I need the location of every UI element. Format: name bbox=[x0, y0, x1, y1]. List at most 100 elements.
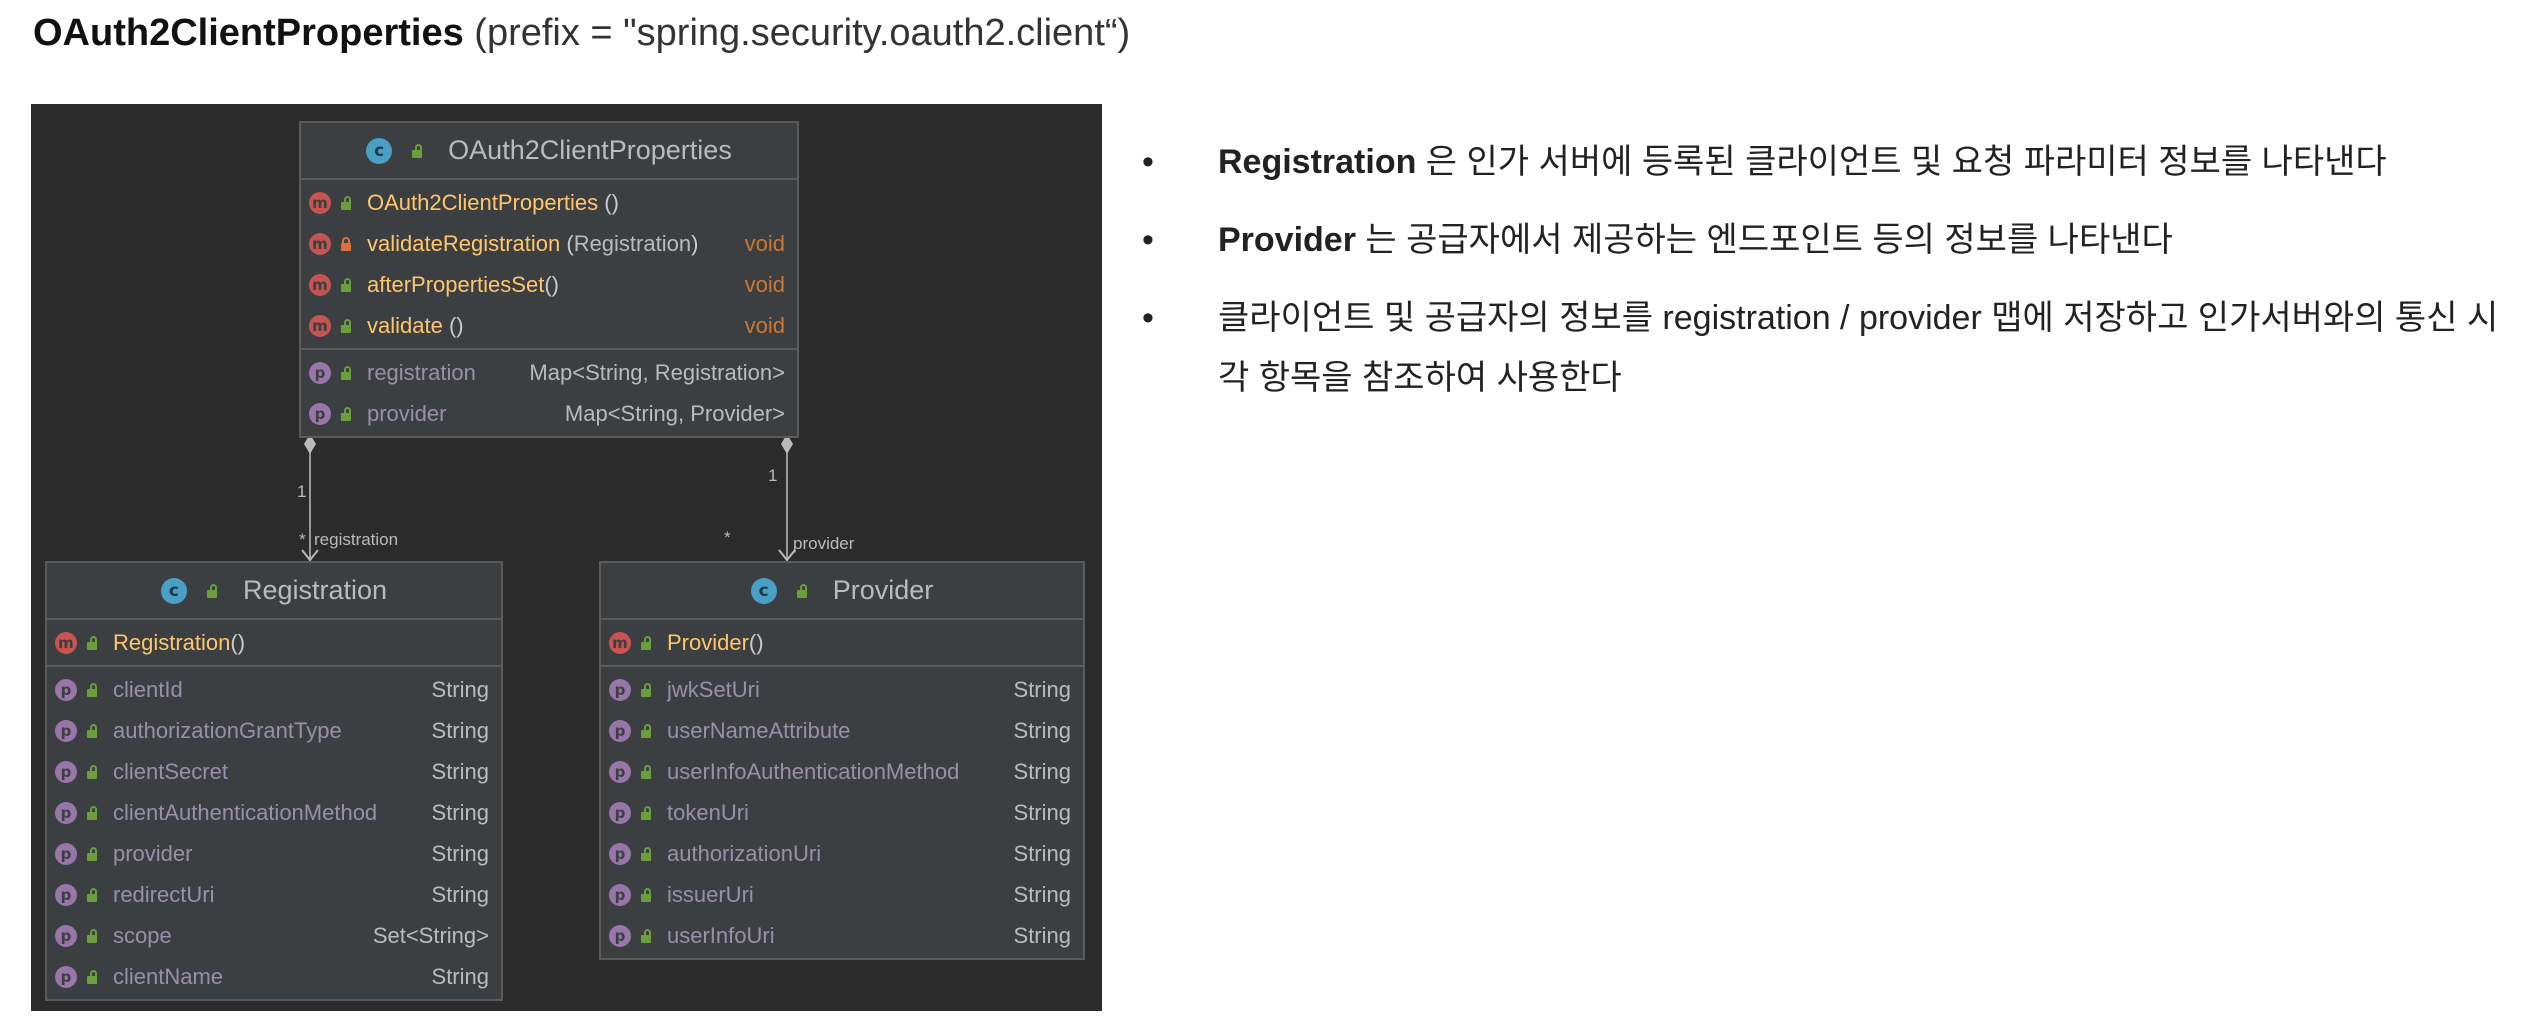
public-lock-icon bbox=[85, 635, 99, 650]
property-name: userNameAttribute bbox=[667, 717, 851, 743]
method-name: OAuth2ClientProperties bbox=[367, 189, 599, 215]
public-lock-icon bbox=[339, 365, 353, 380]
property-type: String bbox=[1013, 799, 1071, 825]
property-row: p issuerUri String bbox=[601, 874, 1083, 915]
property-row: p scope Set<String> bbox=[47, 915, 501, 956]
bullet-dot: • bbox=[1142, 299, 1154, 337]
properties-section: p registration Map<String, Registration>… bbox=[301, 350, 797, 436]
property-icon: p bbox=[55, 842, 77, 865]
right-to-multiplicity: * bbox=[724, 528, 731, 547]
bullet-text: 클라이언트 및 공급자의 정보를 registration / provider… bbox=[1218, 299, 2499, 397]
property-icon: p bbox=[609, 760, 631, 783]
method-return-type: void bbox=[744, 230, 785, 256]
property-name: scope bbox=[113, 922, 172, 948]
property-row: p userNameAttribute String bbox=[601, 710, 1083, 751]
public-lock-icon bbox=[205, 583, 219, 598]
bullet-text: 는 공급자에서 제공하는 엔드포인트 등의 정보를 나타낸다 bbox=[1355, 221, 2173, 259]
property-name: tokenUri bbox=[667, 799, 749, 825]
right-role-label: provider bbox=[793, 534, 855, 553]
left-role-label: registration bbox=[314, 530, 399, 549]
left-to-multiplicity: * bbox=[299, 530, 306, 549]
property-type: Map<String, Registration> bbox=[529, 359, 785, 385]
property-icon: p bbox=[55, 883, 77, 906]
bullet-item: • 클라이언트 및 공급자의 정보를 registration / provid… bbox=[1132, 288, 2522, 408]
property-name: clientAuthenticationMethod bbox=[113, 799, 378, 825]
provider-class: c Provider m Provider() p jwkSetUri String… bbox=[599, 561, 1085, 960]
public-lock-icon bbox=[85, 805, 99, 820]
public-lock-icon bbox=[639, 805, 653, 820]
public-lock-icon bbox=[85, 723, 99, 738]
property-type: String bbox=[1013, 922, 1071, 948]
property-icon: p bbox=[609, 719, 631, 742]
method-icon: m bbox=[55, 631, 77, 654]
public-lock-icon bbox=[410, 143, 424, 158]
property-icon: p bbox=[55, 760, 77, 783]
property-name: clientId bbox=[113, 676, 183, 702]
public-lock-icon bbox=[85, 887, 99, 902]
method-return-type: void bbox=[744, 312, 785, 338]
constructor-name: Registration bbox=[113, 629, 231, 655]
property-icon: p bbox=[609, 842, 631, 865]
property-icon: p bbox=[609, 678, 631, 701]
property-type: String bbox=[431, 840, 489, 866]
property-icon: p bbox=[55, 678, 77, 701]
title-prefix: (prefix = "spring.security.oauth2.client… bbox=[474, 12, 1131, 54]
left-from-multiplicity: 1 bbox=[297, 482, 307, 501]
property-row: p registration Map<String, Registration> bbox=[301, 352, 797, 393]
property-name: jwkSetUri bbox=[667, 676, 760, 702]
public-lock-icon bbox=[639, 928, 653, 943]
property-icon: p bbox=[609, 883, 631, 906]
class-header: c Registration bbox=[47, 563, 501, 620]
property-icon: p bbox=[609, 924, 631, 947]
property-name: clientName bbox=[113, 963, 224, 989]
property-name: issuerUri bbox=[667, 881, 754, 907]
property-name: userInfoUri bbox=[667, 922, 775, 948]
class-name: Provider bbox=[832, 575, 934, 605]
method-icon: m bbox=[309, 273, 331, 296]
property-name: authorizationGrantType bbox=[113, 717, 342, 743]
property-type: String bbox=[1013, 758, 1071, 784]
public-lock-icon bbox=[85, 969, 99, 984]
method-icon: m bbox=[309, 314, 331, 337]
page-title: OAuth2ClientProperties (prefix = "spring… bbox=[33, 12, 1130, 55]
bullet-bold: Provider bbox=[1218, 221, 1356, 259]
public-lock-icon bbox=[639, 723, 653, 738]
properties-section: p jwkSetUri String p userNameAttribute Strin… bbox=[601, 667, 1083, 958]
property-type: Map<String, Provider> bbox=[564, 400, 785, 426]
property-name: provider bbox=[367, 400, 447, 426]
property-row: p clientAuthenticationMethod String bbox=[47, 792, 501, 833]
property-icon: p bbox=[55, 801, 77, 824]
class-icon: c bbox=[160, 577, 187, 604]
property-row: p authorizationGrantType String bbox=[47, 710, 501, 751]
property-icon: p bbox=[309, 361, 331, 384]
constructor-section: m Registration() bbox=[47, 620, 501, 667]
property-icon: p bbox=[55, 924, 77, 947]
class-icon: c bbox=[366, 137, 393, 164]
constructor-section: m Provider() bbox=[601, 620, 1083, 667]
property-row: p clientSecret String bbox=[47, 751, 501, 792]
property-row: p redirectUri String bbox=[47, 874, 501, 915]
public-lock-icon bbox=[339, 406, 353, 421]
property-icon: p bbox=[55, 719, 77, 742]
title-class-name: OAuth2ClientProperties bbox=[33, 12, 464, 54]
property-name: registration bbox=[367, 359, 476, 385]
method-name: validate bbox=[367, 312, 443, 338]
oauth2-client-properties-class: c OAuth2ClientProperties m OAuth2ClientP… bbox=[299, 121, 799, 438]
public-lock-icon bbox=[339, 318, 353, 333]
property-row: p tokenUri String bbox=[601, 792, 1083, 833]
description-bullets: • Registration 은 인가 서버에 등록된 클라이언트 및 요청 파… bbox=[1132, 132, 2522, 426]
constructor-name: Provider bbox=[667, 629, 749, 655]
property-type: String bbox=[431, 758, 489, 784]
property-name: redirectUri bbox=[113, 881, 215, 907]
method-row: m validate () void bbox=[301, 305, 797, 346]
property-row: p jwkSetUri String bbox=[601, 669, 1083, 710]
method-row: m Provider() bbox=[601, 622, 1083, 663]
property-name: authorizationUri bbox=[667, 840, 822, 866]
method-return-type: void bbox=[744, 271, 785, 297]
methods-section: m OAuth2ClientProperties () m validateRe… bbox=[301, 180, 797, 350]
property-type: Set<String> bbox=[372, 922, 489, 948]
method-icon: m bbox=[309, 232, 331, 255]
bullet-bold: Registration bbox=[1218, 143, 1417, 181]
property-type: String bbox=[1013, 676, 1071, 702]
property-row: p authorizationUri String bbox=[601, 833, 1083, 874]
